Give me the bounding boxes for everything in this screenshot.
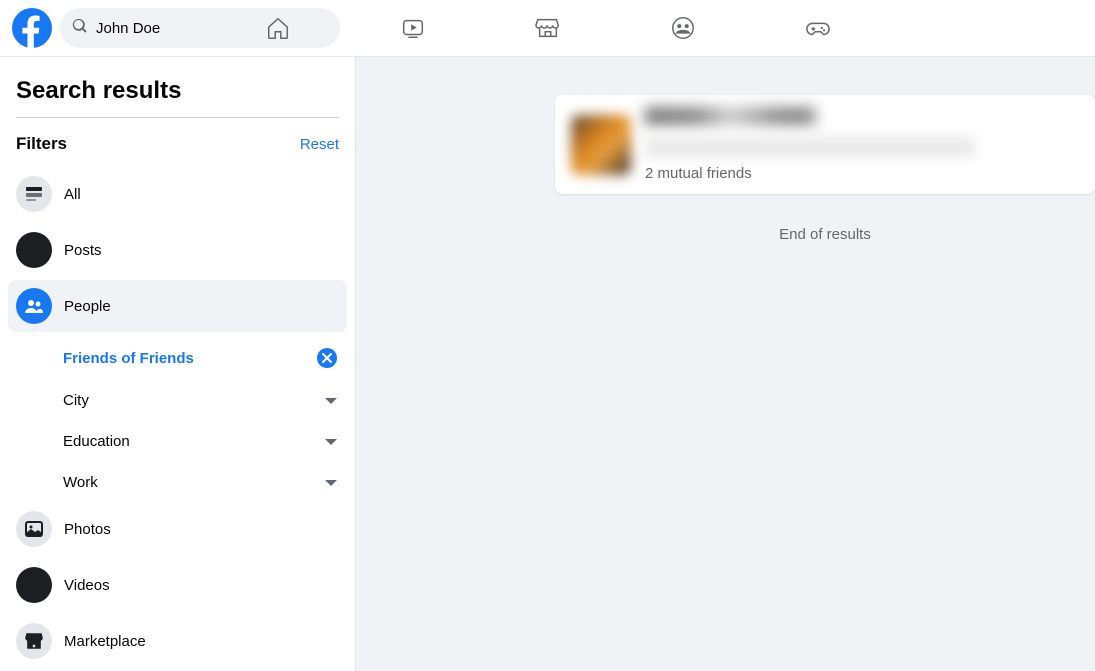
result-name-redacted (645, 107, 815, 125)
divider (16, 117, 339, 118)
sub-filter-work[interactable]: Work (53, 462, 347, 503)
gaming-tab[interactable] (798, 8, 838, 48)
mutual-friends-text: 2 mutual friends (645, 165, 1079, 182)
filter-all[interactable]: All (8, 168, 347, 220)
filter-label: Posts (64, 242, 102, 259)
sub-filter-friends-of-friends[interactable]: Friends of Friends (53, 336, 347, 380)
sub-filter-label: Friends of Friends (63, 350, 194, 367)
filter-label: People (64, 298, 111, 315)
filter-photos[interactable]: Photos (8, 503, 347, 555)
end-of-results: End of results (555, 210, 1095, 259)
sub-filter-city[interactable]: City (53, 380, 347, 421)
filter-videos[interactable]: Videos (8, 559, 347, 611)
marketplace-icon (16, 623, 52, 659)
filter-label: Videos (64, 577, 110, 594)
result-detail-redacted (645, 137, 975, 157)
sub-filter-label: Work (63, 474, 98, 491)
sub-filter-education[interactable]: Education (53, 421, 347, 462)
filter-label: Marketplace (64, 633, 146, 650)
videos-icon (16, 567, 52, 603)
chevron-down-icon (325, 398, 337, 404)
people-icon (16, 288, 52, 324)
facebook-logo[interactable] (12, 8, 52, 48)
filter-posts[interactable]: Posts (8, 224, 347, 276)
home-tab[interactable] (258, 8, 298, 48)
close-icon[interactable] (317, 348, 337, 368)
filter-people[interactable]: People (8, 280, 347, 332)
all-icon (16, 176, 52, 212)
filters-label: Filters (16, 134, 67, 154)
content-area: 2 mutual friends End of results (355, 57, 1095, 671)
filter-label: All (64, 186, 81, 203)
filters-header: Filters Reset (8, 128, 347, 168)
top-header (0, 0, 1095, 57)
people-sub-filters: Friends of Friends City Education Work (8, 336, 347, 503)
photos-icon (16, 511, 52, 547)
groups-tab[interactable] (663, 8, 703, 48)
filter-marketplace[interactable]: Marketplace (8, 615, 347, 667)
result-text: 2 mutual friends (645, 107, 1079, 182)
chevron-down-icon (325, 439, 337, 445)
chevron-down-icon (325, 480, 337, 486)
nav-tabs (258, 0, 838, 56)
watch-tab[interactable] (393, 8, 433, 48)
search-icon (72, 18, 88, 39)
page-title: Search results (8, 73, 347, 117)
reset-link[interactable]: Reset (300, 136, 339, 153)
avatar (571, 115, 631, 175)
sub-filter-label: City (63, 392, 89, 409)
sub-filter-label: Education (63, 433, 130, 450)
marketplace-tab[interactable] (528, 8, 568, 48)
result-card[interactable]: 2 mutual friends (555, 95, 1095, 194)
posts-icon (16, 232, 52, 268)
filter-label: Photos (64, 521, 111, 538)
sidebar: Search results Filters Reset All Posts P… (0, 57, 355, 671)
main-container: Search results Filters Reset All Posts P… (0, 57, 1095, 671)
